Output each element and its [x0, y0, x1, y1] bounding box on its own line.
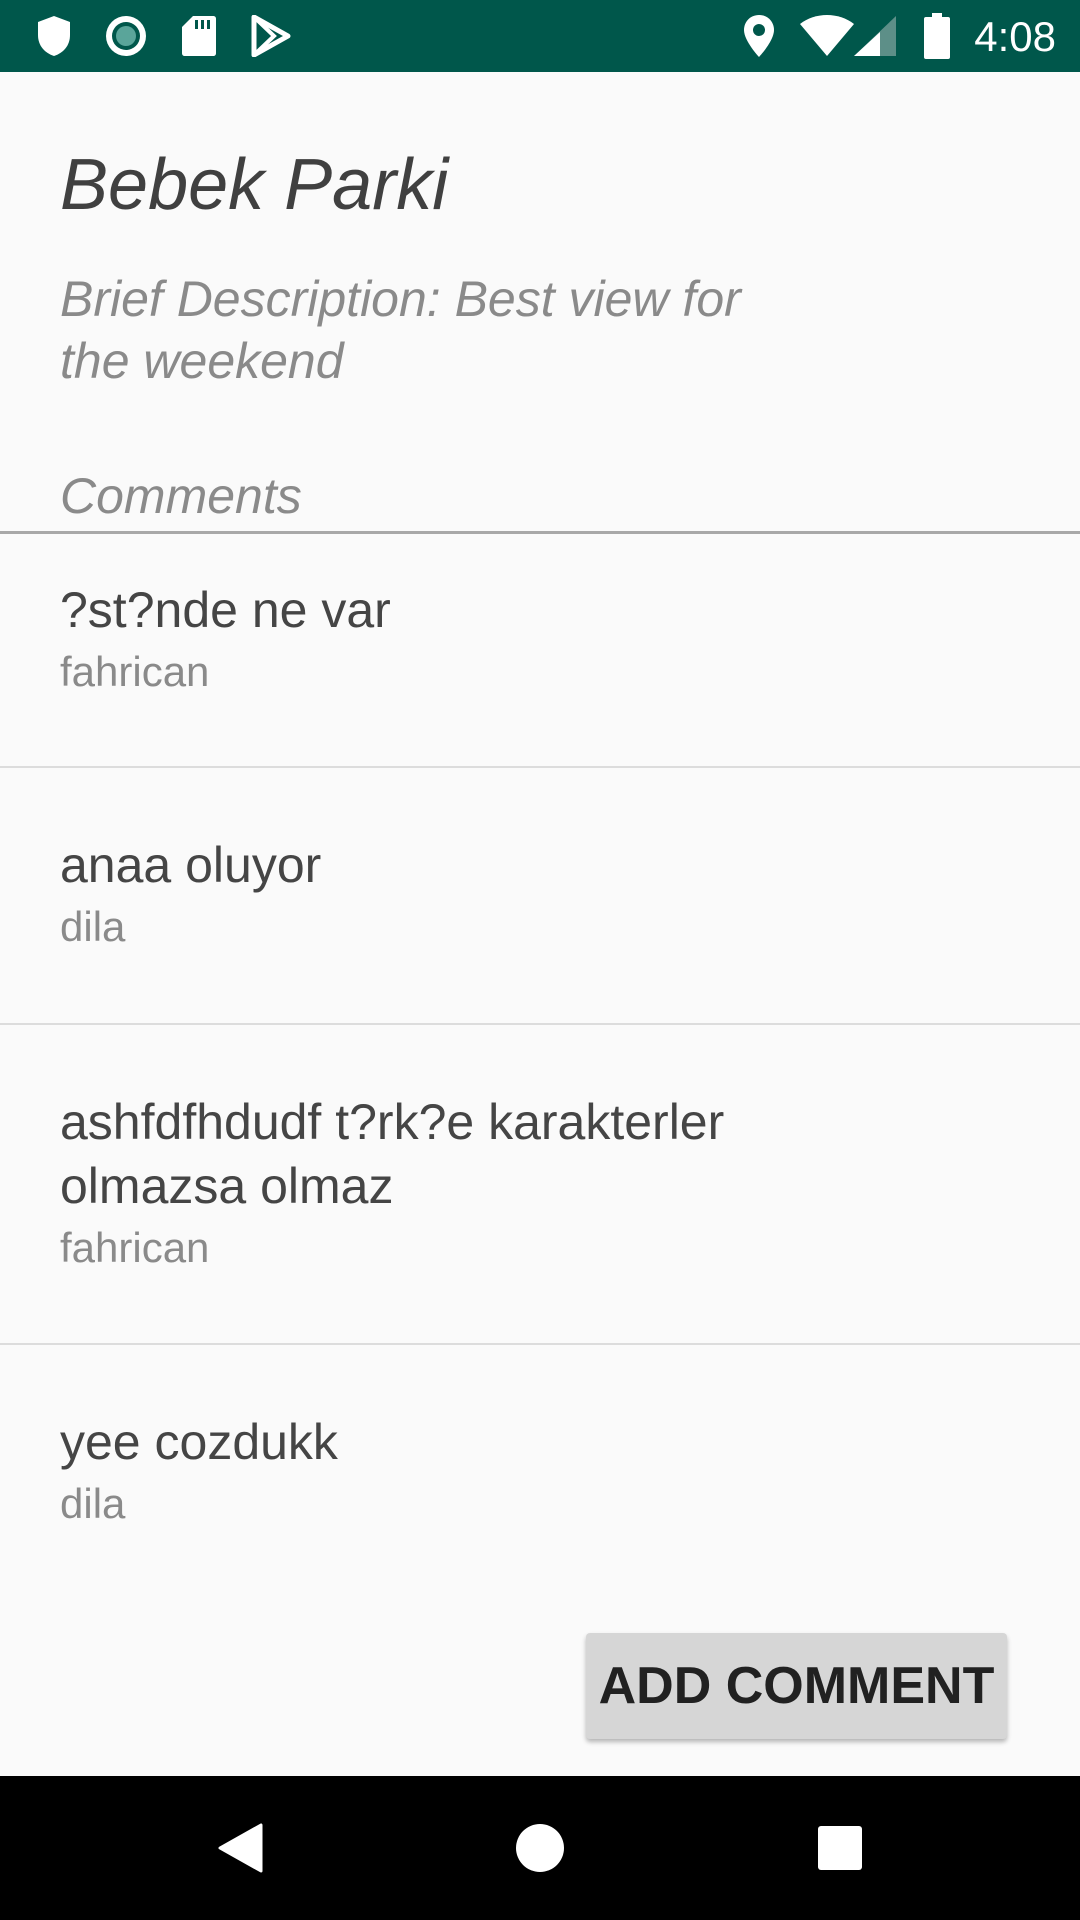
comment-author: fahrican	[60, 648, 210, 695]
home-icon[interactable]	[460, 1776, 620, 1920]
back-icon[interactable]	[160, 1776, 320, 1920]
comment-text: ashfdfhdudf t?rk?e karakterler olmazsa o…	[60, 1094, 725, 1214]
comment-item[interactable]: ?st?nde ne var fahrican	[0, 534, 1080, 768]
add-comment-button[interactable]: ADD COMMENT	[586, 1633, 1007, 1739]
comment-text: ?st?nde ne var	[60, 582, 391, 638]
comment-item[interactable]: anaa oluyor dila	[0, 768, 1080, 1025]
signal-icon	[852, 14, 898, 58]
comment-author: fahrican	[60, 1224, 210, 1271]
recents-icon[interactable]	[760, 1776, 920, 1920]
comment-list[interactable]: ?st?nde ne var fahrican anaa oluyor dila…	[0, 534, 1080, 1565]
shield-icon	[34, 14, 74, 58]
battery-icon	[922, 13, 952, 59]
sd-card-icon	[180, 14, 218, 58]
wifi-icon	[798, 14, 856, 58]
comment-author: dila	[60, 1480, 126, 1527]
location-icon	[742, 14, 776, 58]
status-time: 4:08	[974, 13, 1056, 60]
comment-item[interactable]: ashfdfhdudf t?rk?e karakterler olmazsa o…	[0, 1025, 1080, 1345]
comment-item[interactable]: yee cozdukk dila	[0, 1345, 1080, 1565]
comments-heading: Comments	[60, 468, 302, 524]
record-icon	[104, 14, 148, 58]
comment-text: anaa oluyor	[60, 837, 322, 893]
status-bar: 4:08	[0, 0, 1080, 72]
place-title: Bebek Parki	[60, 145, 449, 225]
play-store-icon	[250, 14, 292, 58]
comment-author: dila	[60, 903, 126, 950]
comment-text: yee cozdukk	[60, 1414, 338, 1470]
navigation-bar	[0, 1776, 1080, 1920]
place-description: Brief Description: Best view for the wee…	[60, 271, 741, 389]
